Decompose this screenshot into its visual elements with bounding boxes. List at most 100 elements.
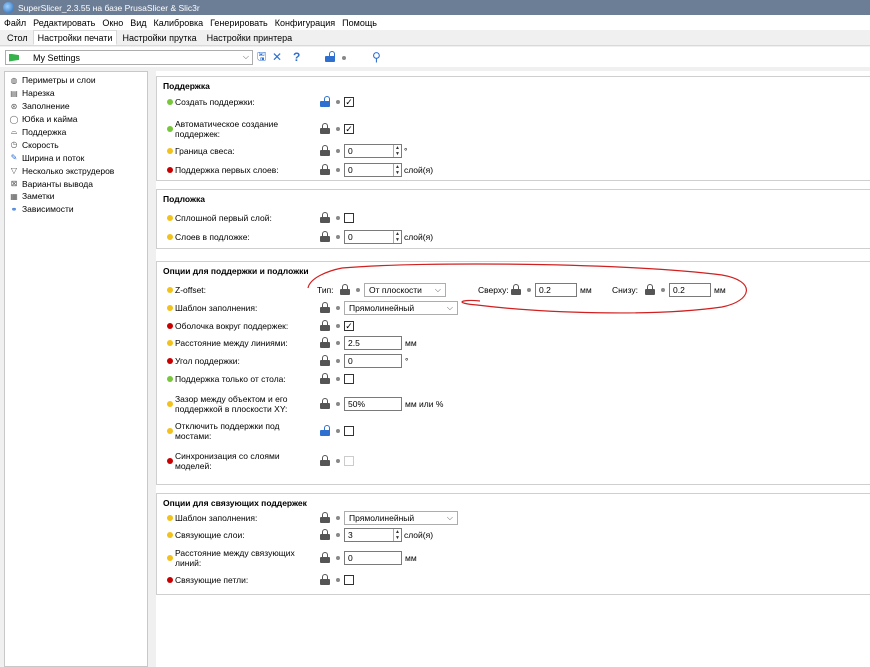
menu-generate[interactable]: Генерировать bbox=[210, 18, 268, 28]
option-label: Зазор между объектом и его поддержкой в … bbox=[175, 394, 288, 414]
lock-icon[interactable] bbox=[320, 145, 330, 156]
sidebar-item-support[interactable]: ⌓ Поддержка bbox=[5, 125, 147, 139]
lock-icon[interactable] bbox=[511, 284, 521, 295]
settings-content: Поддержка Создать поддержки: ✓ Автоматич… bbox=[156, 71, 870, 667]
bullet-icon bbox=[336, 216, 340, 220]
create-support-checkbox[interactable]: ✓ bbox=[344, 97, 354, 107]
slicing-icon: ▤ bbox=[10, 88, 18, 98]
pattern-row: Шаблон заполнения: Прямолинейный ⌵ bbox=[157, 301, 870, 315]
save-icon[interactable]: 🖫 bbox=[257, 50, 266, 64]
lock-icon[interactable] bbox=[320, 398, 330, 409]
lock-icon[interactable] bbox=[320, 574, 330, 585]
menu-bar: Файл Редактировать Окно Вид Калибровка Г… bbox=[0, 15, 870, 30]
group-title: Опции для поддержки и подложки bbox=[163, 266, 309, 276]
lock-icon[interactable] bbox=[340, 284, 350, 295]
dependencies-icon: ⚭ bbox=[10, 204, 18, 214]
sidebar-item-width[interactable]: ✎ Ширина и поток bbox=[5, 151, 147, 164]
sidebar-item-skirt[interactable]: ◯ Юбка и кайма bbox=[5, 113, 147, 126]
sidebar-item-slicing[interactable]: ▤ Нарезка bbox=[5, 87, 147, 100]
interface-spacing-input[interactable]: 0 bbox=[344, 551, 402, 565]
lock-icon[interactable] bbox=[320, 455, 330, 466]
interface-loops-checkbox[interactable] bbox=[344, 575, 354, 585]
solid-first-checkbox[interactable] bbox=[344, 213, 354, 223]
lock-icon[interactable] bbox=[320, 212, 330, 223]
angle-input[interactable]: 0 bbox=[344, 354, 402, 368]
bullet-icon bbox=[336, 578, 340, 582]
search-icon[interactable]: ⚲ bbox=[372, 50, 381, 64]
spinner-arrows-icon[interactable]: ▲ ▼ bbox=[393, 145, 401, 157]
option-label: Создать поддержки: bbox=[175, 97, 255, 107]
lock-icon[interactable] bbox=[320, 123, 330, 134]
tab-printer-settings[interactable]: Настройки принтера bbox=[202, 30, 298, 45]
support-raft-options-group: Опции для поддержки и подложки Z-offset:… bbox=[156, 261, 870, 485]
interface-pattern-select[interactable]: Прямолинейный ⌵ bbox=[344, 511, 458, 525]
sidebar-item-output[interactable]: ⊠ Варианты вывода bbox=[5, 177, 147, 190]
yellow-dot-icon bbox=[167, 234, 173, 240]
menu-view[interactable]: Вид bbox=[130, 18, 146, 28]
auto-support-checkbox[interactable]: ✓ bbox=[344, 124, 354, 134]
lock-icon[interactable] bbox=[645, 284, 655, 295]
lock-icon[interactable] bbox=[320, 512, 330, 523]
bottom-distance-input[interactable]: 0.2 bbox=[669, 283, 711, 297]
lock-icon[interactable] bbox=[320, 164, 330, 175]
first-layers-spinner[interactable]: 0 ▲ ▼ bbox=[344, 163, 402, 177]
unlock-icon[interactable] bbox=[320, 96, 330, 107]
sidebar-item-extruders[interactable]: ▽ Несколько экструдеров bbox=[5, 164, 147, 177]
lock-icon[interactable] bbox=[320, 320, 330, 331]
auto-support-row: Автоматическое создание поддержек: ✓ bbox=[157, 119, 870, 139]
sidebar-item-speed[interactable]: ◷ Скорость bbox=[5, 138, 147, 151]
tab-print-settings[interactable]: Настройки печати bbox=[32, 30, 118, 45]
yellow-dot-icon bbox=[167, 305, 173, 311]
interface-layers-spinner[interactable]: 3 ▲ ▼ bbox=[344, 528, 402, 542]
spinner-arrows-icon[interactable]: ▲ ▼ bbox=[393, 231, 401, 243]
sidebar-item-perimeters[interactable]: ◍ Периметры и слои bbox=[5, 74, 147, 87]
xy-gap-input[interactable]: 50% bbox=[344, 397, 402, 411]
lock-icon[interactable] bbox=[320, 373, 330, 384]
overhang-spinner[interactable]: 0 ▲ ▼ bbox=[344, 144, 402, 158]
unit-label: ° bbox=[404, 146, 408, 156]
menu-calibration[interactable]: Калибровка bbox=[154, 18, 204, 28]
spinner-arrows-icon[interactable]: ▲ ▼ bbox=[393, 529, 401, 541]
lock-icon[interactable] bbox=[320, 552, 330, 563]
lock-icon[interactable] bbox=[320, 355, 330, 366]
tab-filament-settings[interactable]: Настройки прутка bbox=[117, 30, 201, 45]
green-dot-icon bbox=[167, 99, 173, 105]
sidebar-item-infill[interactable]: ⊛ Заполнение bbox=[5, 100, 147, 113]
buildplate-checkbox[interactable] bbox=[344, 374, 354, 384]
lock-icon[interactable] bbox=[320, 529, 330, 540]
unlock-icon[interactable] bbox=[320, 425, 330, 436]
menu-window[interactable]: Окно bbox=[102, 18, 123, 28]
top-distance-input[interactable]: 0.2 bbox=[535, 283, 577, 297]
spinner-arrows-icon[interactable]: ▲ ▼ bbox=[393, 164, 401, 176]
delete-icon[interactable]: ✕ bbox=[272, 50, 282, 64]
bridges-row: Отключить поддержки под мостами: bbox=[157, 421, 870, 441]
zoffset-type-select[interactable]: От плоскости ⌵ bbox=[364, 283, 446, 297]
menu-edit[interactable]: Редактировать bbox=[33, 18, 95, 28]
pattern-select[interactable]: Прямолинейный ⌵ bbox=[344, 301, 458, 315]
lock-icon[interactable] bbox=[320, 231, 330, 242]
bridges-checkbox[interactable] bbox=[344, 426, 354, 436]
sidebar-item-notes[interactable]: ▦ Заметки bbox=[5, 190, 147, 203]
sidebar-item-dependencies[interactable]: ⚭ Зависимости bbox=[5, 203, 147, 216]
tab-plater[interactable]: Стол bbox=[2, 30, 33, 45]
raft-group: Подложка Сплошной первый слой: Слоев в п… bbox=[156, 189, 870, 249]
bullet-icon bbox=[336, 324, 340, 328]
lock-icon[interactable] bbox=[320, 302, 330, 313]
option-label: Отключить поддержки под мостами: bbox=[175, 421, 280, 441]
buildplate-row: Поддержка только от стола: bbox=[157, 372, 870, 386]
yellow-dot-icon bbox=[167, 340, 173, 346]
preset-select[interactable]: My Settings ⌵ bbox=[5, 50, 253, 65]
menu-help[interactable]: Помощь bbox=[342, 18, 377, 28]
menu-file[interactable]: Файл bbox=[4, 18, 26, 28]
help-icon[interactable]: ? bbox=[293, 50, 300, 64]
spacing-input[interactable]: 2.5 bbox=[344, 336, 402, 350]
lock-icon[interactable] bbox=[320, 337, 330, 348]
raft-layers-spinner[interactable]: 0 ▲ ▼ bbox=[344, 230, 402, 244]
option-label: Расстояние между связующих линий: bbox=[175, 548, 295, 568]
option-label: Шаблон заполнения: bbox=[175, 513, 258, 523]
type-label: Тип: bbox=[317, 285, 334, 295]
preset-toolbar: My Settings ⌵ 🖫 ✕ ? ⚲ bbox=[0, 47, 870, 67]
bottom-label: Снизу: bbox=[612, 285, 638, 295]
shell-checkbox[interactable]: ✓ bbox=[344, 321, 354, 331]
menu-configuration[interactable]: Конфигурация bbox=[275, 18, 335, 28]
